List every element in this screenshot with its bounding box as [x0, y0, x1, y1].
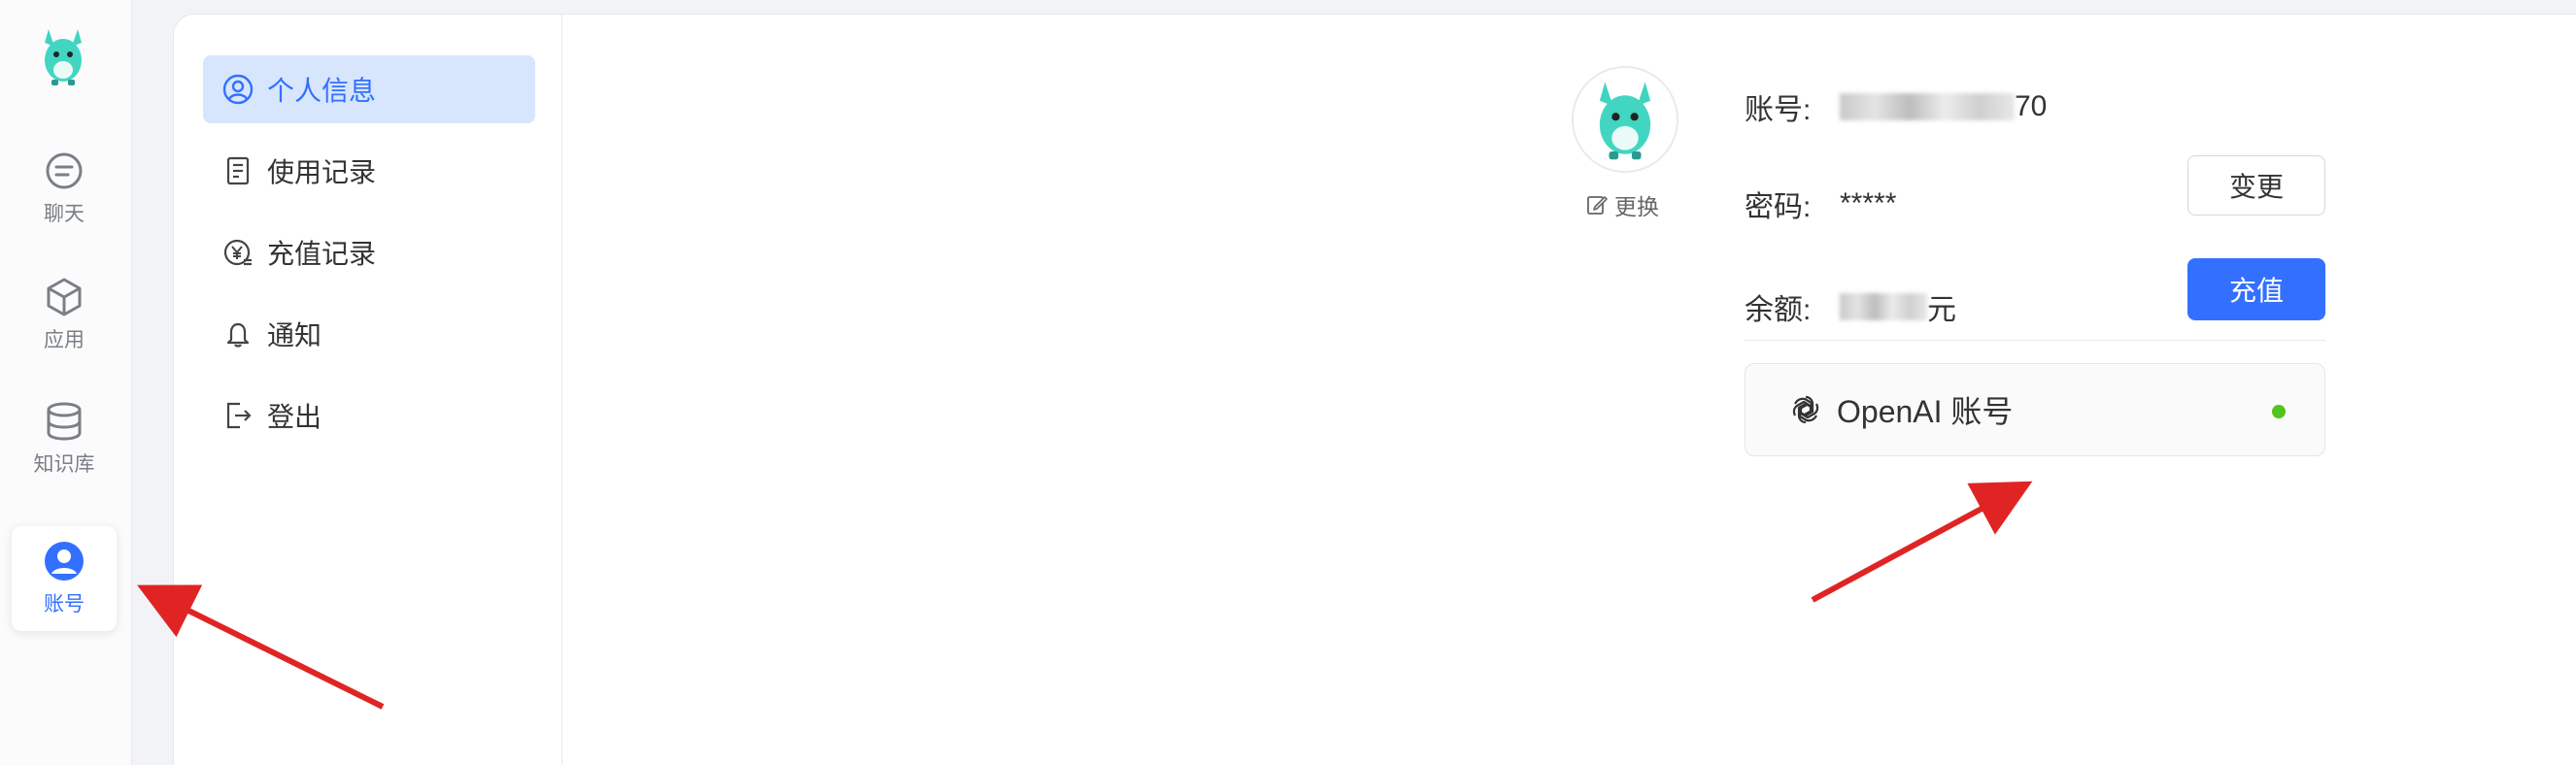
openai-logo-icon [1792, 395, 1819, 424]
balance-value-redacted [1840, 293, 1927, 320]
openai-account-card[interactable]: OpenAI 账号 [1745, 363, 2325, 456]
openai-account-label: OpenAI 账号 [1837, 394, 2014, 429]
user-circle-icon [222, 74, 254, 105]
nav-label-apps: 应用 [44, 329, 85, 351]
menu-item-usage-records[interactable]: 使用记录 [203, 137, 535, 205]
recharge-button[interactable]: 充值 [2187, 258, 2325, 320]
document-icon [226, 156, 250, 185]
user-icon [45, 542, 84, 581]
nav-item-account[interactable]: 账号 [12, 526, 117, 631]
change-avatar-link[interactable]: 更换 [1585, 188, 1659, 221]
balance-label: 余额: [1745, 294, 1812, 326]
account-submenu: 个人信息 使用记录 充值记录 通知 登出 [174, 15, 562, 765]
left-nav: 聊天 应用 知识库 账号 [0, 0, 132, 765]
nav-label-chat: 聊天 [44, 203, 85, 225]
menu-label-logout: 登出 [267, 402, 322, 432]
account-value-tail: 70 [2015, 90, 2048, 122]
balance-unit: 元 [1927, 294, 1956, 326]
nav-item-apps[interactable]: 应用 [12, 262, 117, 367]
password-value: ***** [1840, 187, 1897, 219]
divider [1745, 340, 2325, 341]
change-avatar-label: 更换 [1614, 194, 1659, 219]
menu-item-recharge-records[interactable]: 充值记录 [203, 218, 535, 286]
yen-coin-icon [223, 239, 252, 266]
nav-item-knowledge-base[interactable]: 知识库 [12, 386, 117, 491]
change-password-button[interactable]: 变更 [2187, 155, 2325, 216]
mascot-avatar-icon [1599, 82, 1651, 160]
avatar[interactable] [1572, 66, 1678, 173]
bell-icon [226, 322, 250, 348]
menu-label-personal-info: 个人信息 [267, 76, 377, 106]
menu-label-notifications: 通知 [267, 320, 322, 350]
nav-label-account: 账号 [44, 593, 85, 615]
menu-item-logout[interactable]: 登出 [203, 382, 535, 449]
nav-item-chat[interactable]: 聊天 [12, 136, 117, 241]
menu-item-personal-info[interactable]: 个人信息 [203, 55, 535, 123]
balance-row: 余额: 元 [1745, 285, 1956, 328]
logo[interactable] [35, 25, 91, 87]
database-icon [47, 402, 82, 441]
password-row: 密码: ***** [1745, 183, 1896, 225]
menu-label-recharge-records: 充值记录 [267, 239, 377, 269]
logout-icon [226, 402, 252, 429]
menu-item-notifications[interactable]: 通知 [203, 300, 535, 368]
edit-icon [1587, 196, 1608, 215]
menu-label-usage-records: 使用记录 [267, 157, 377, 187]
password-label: 密码: [1745, 191, 1812, 223]
account-value-redacted [1840, 93, 2015, 120]
account-row: 账号: 70 [1745, 85, 2047, 128]
nav-label-knowledge-base: 知识库 [33, 453, 95, 476]
status-indicator [2272, 405, 2286, 418]
cube-icon [47, 278, 82, 316]
chat-icon [46, 152, 83, 189]
mascot-logo-icon [45, 29, 82, 85]
account-label: 账号: [1745, 94, 1812, 126]
